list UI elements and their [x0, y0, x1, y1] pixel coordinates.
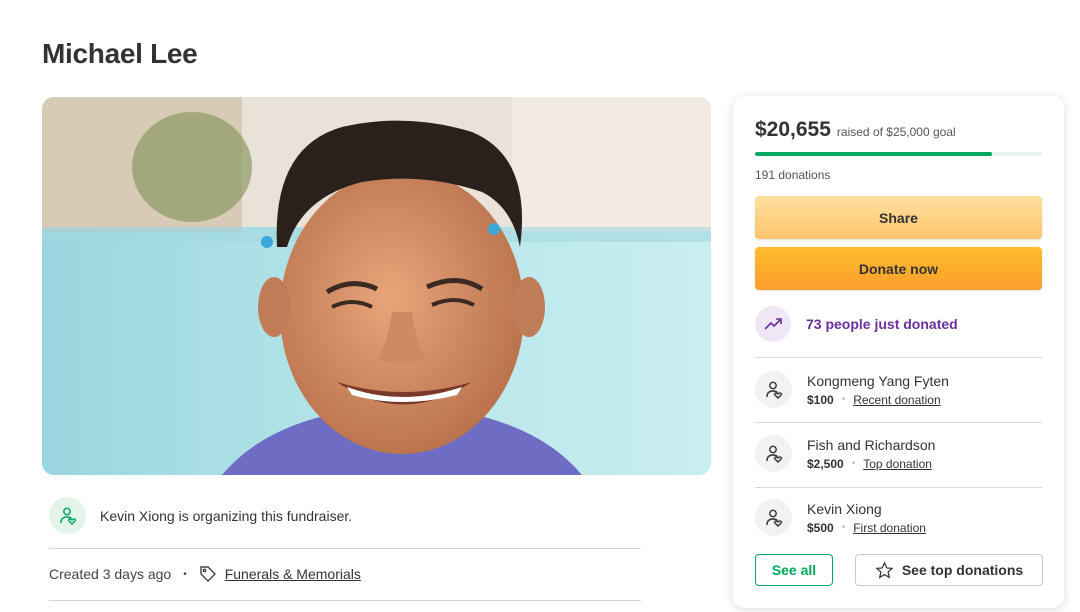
donation-type-link[interactable]: First donation	[853, 521, 926, 535]
category-link[interactable]: Funerals & Memorials	[225, 566, 361, 582]
donor-item: Kongmeng Yang Fyten $100 • Recent donati…	[755, 371, 949, 408]
divider	[49, 548, 641, 549]
divider	[755, 357, 1042, 358]
donation-type-link[interactable]: Recent donation	[853, 393, 940, 407]
organizer-text: Kevin Xiong is organizing this fundraise…	[100, 507, 353, 524]
bullet: •	[841, 522, 846, 533]
donate-now-button[interactable]: Donate now	[755, 247, 1042, 290]
page-title: Michael Lee	[42, 38, 198, 69]
raised-amount: $20,655	[755, 118, 831, 141]
campaign-meta: Created 3 days ago • Funerals & Memorial…	[49, 565, 361, 583]
meta-separator: •	[183, 568, 187, 580]
donation-count: 191 donations	[755, 168, 831, 182]
divider	[49, 600, 641, 601]
progress-fill	[755, 152, 993, 156]
donor-name: Kevin Xiong	[807, 500, 882, 517]
share-button[interactable]: Share	[755, 196, 1042, 239]
donor-name: Kongmeng Yang Fyten	[807, 372, 949, 389]
organizer-row: Kevin Xiong is organizing this fundraise…	[49, 497, 352, 534]
progress-bar	[755, 152, 1042, 156]
donation-card: $20,655 raised of $25,000 goal 191 donat…	[733, 96, 1064, 608]
donor-amount: $100	[807, 392, 834, 407]
star-icon	[875, 560, 894, 580]
person-heart-icon	[49, 497, 86, 534]
see-all-button[interactable]: See all	[755, 554, 833, 586]
donor-item: Kevin Xiong $500 • First donation	[755, 499, 926, 536]
trend-row: 73 people just donated	[755, 306, 958, 342]
person-heart-icon	[755, 371, 792, 408]
divider	[755, 422, 1042, 423]
see-top-donations-label: See top donations	[901, 562, 1024, 578]
donor-amount: $500	[807, 520, 834, 535]
donor-item: Fish and Richardson $2,500 • Top donatio…	[755, 435, 935, 472]
bullet: •	[851, 458, 856, 469]
tag-icon	[199, 565, 217, 583]
trending-up-icon	[755, 306, 791, 342]
campaign-hero-image	[42, 97, 711, 475]
donor-amount: $2,500	[807, 456, 844, 471]
goal-text: raised of $25,000 goal	[836, 125, 956, 139]
bullet: •	[841, 394, 846, 405]
see-top-donations-button[interactable]: See top donations	[855, 554, 1043, 586]
trend-text: 73 people just donated	[806, 316, 958, 332]
donor-name: Fish and Richardson	[807, 436, 936, 453]
created-date: Created 3 days ago	[49, 566, 172, 582]
person-heart-icon	[755, 499, 792, 536]
donation-type-link[interactable]: Top donation	[863, 457, 932, 471]
raised-summary: $20,655 raised of $25,000 goal	[755, 118, 956, 142]
divider	[755, 487, 1042, 488]
person-heart-icon	[755, 435, 792, 472]
